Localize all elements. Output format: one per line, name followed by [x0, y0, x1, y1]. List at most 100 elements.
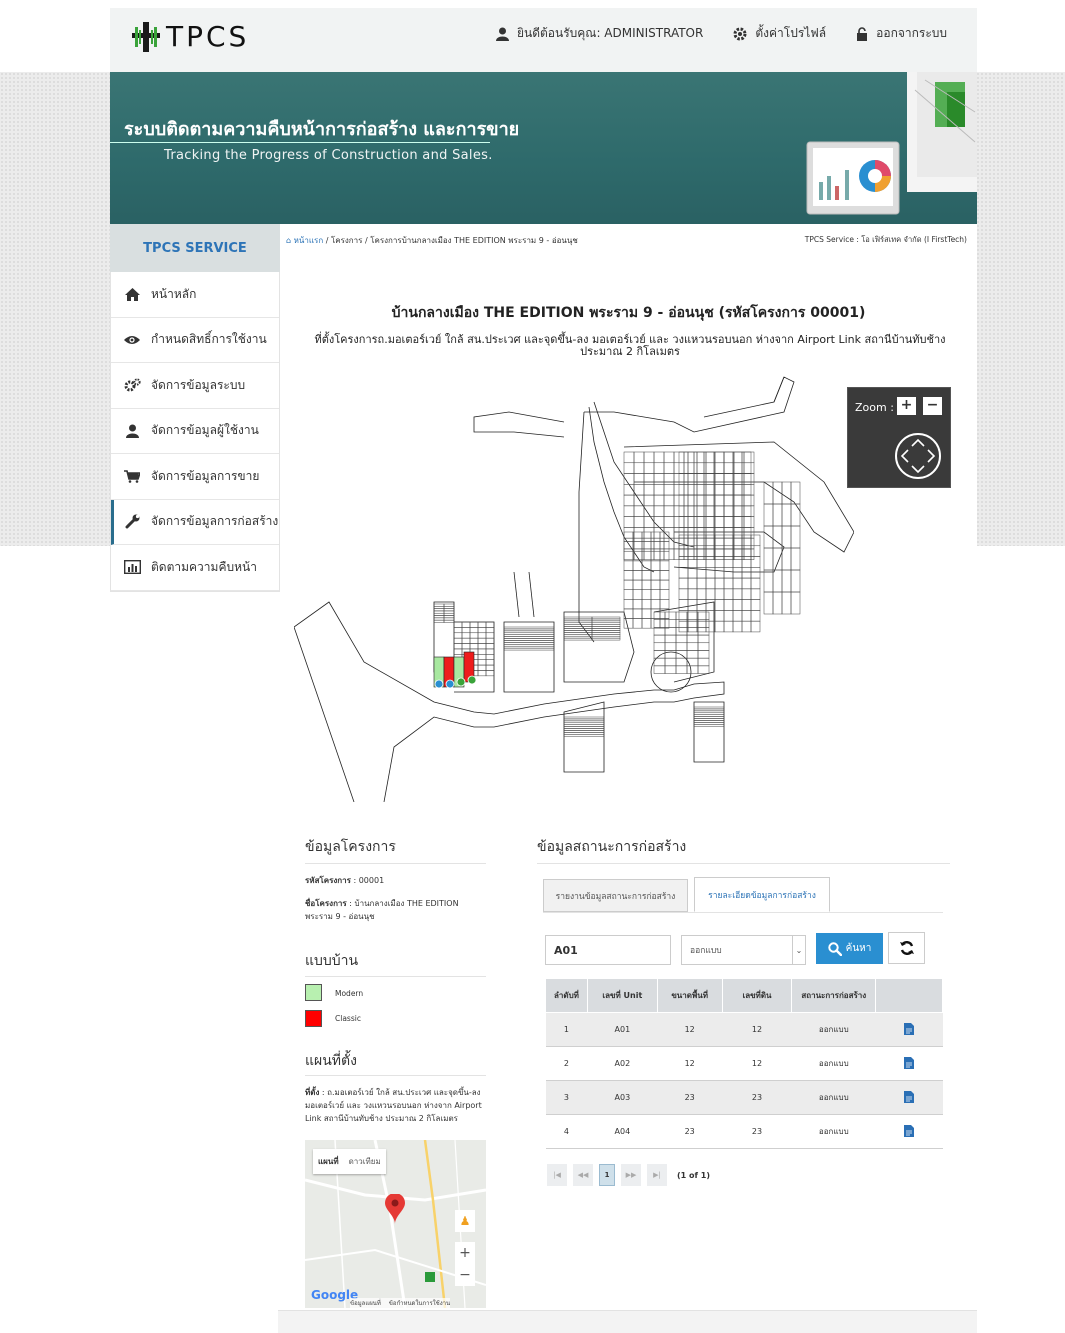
plot-lot[interactable]: [723, 545, 734, 557]
plot-lot[interactable]: [675, 634, 688, 644]
plot-lot[interactable]: [653, 494, 665, 507]
plot-lot[interactable]: [443, 615, 455, 619]
plot-lot[interactable]: [713, 484, 725, 496]
plot-lot[interactable]: [713, 473, 725, 485]
plot-lot[interactable]: [650, 589, 661, 600]
col-unit[interactable]: เลขที่ Unit: [586, 978, 658, 1013]
map-data-link[interactable]: ข้อมูลแผนที่: [350, 1298, 381, 1308]
plot-lot[interactable]: [723, 484, 735, 496]
document-icon[interactable]: [904, 1022, 915, 1035]
plot-lot[interactable]: [750, 556, 761, 568]
plot-lot[interactable]: [664, 665, 677, 674]
plot-lot[interactable]: [741, 527, 752, 539]
plot-lot[interactable]: [723, 494, 735, 507]
plot-lot[interactable]: [678, 527, 689, 539]
plot-lot[interactable]: [678, 462, 689, 474]
plot-lot[interactable]: [741, 451, 752, 464]
plot-lot[interactable]: [693, 484, 705, 496]
plot-lot[interactable]: [633, 505, 645, 517]
plot-lot[interactable]: [453, 643, 463, 650]
plot-lot[interactable]: [686, 650, 699, 659]
plot-lot[interactable]: [705, 556, 716, 568]
col-no[interactable]: ลำดับที่: [545, 978, 588, 1013]
plot-lot[interactable]: [714, 548, 725, 560]
plot-lot[interactable]: [697, 634, 710, 644]
plot-lot[interactable]: [469, 637, 479, 644]
plot-lot[interactable]: [693, 516, 705, 528]
plot-lot[interactable]: [705, 548, 716, 560]
plot-lot[interactable]: [563, 635, 593, 639]
plot-lot[interactable]: [653, 665, 666, 674]
plot-lot[interactable]: [653, 548, 665, 560]
plot-lot[interactable]: [633, 527, 645, 539]
plot-lot[interactable]: [781, 569, 792, 593]
plot-lot[interactable]: [683, 473, 695, 485]
plot-lot[interactable]: [693, 706, 725, 710]
plot-lot[interactable]: [733, 516, 745, 528]
plot-lot[interactable]: [705, 567, 716, 579]
plot-lot[interactable]: [659, 589, 670, 600]
plot-lot[interactable]: [663, 516, 675, 528]
plot-lot[interactable]: [741, 462, 752, 474]
plot-lot[interactable]: [750, 577, 761, 590]
zoom-in-button[interactable]: +: [897, 397, 916, 415]
plot-lot[interactable]: [696, 473, 707, 485]
plot-lot[interactable]: [643, 537, 655, 550]
plot-lot[interactable]: [732, 577, 743, 590]
plot-lot[interactable]: [591, 635, 621, 639]
plot-lot[interactable]: [741, 588, 752, 600]
plot-lot[interactable]: [563, 726, 605, 729]
plot-lot[interactable]: [714, 473, 725, 485]
plot-lot[interactable]: [678, 620, 689, 633]
plot-lot[interactable]: [696, 484, 707, 496]
plot-lot[interactable]: [623, 599, 634, 610]
plot-lot[interactable]: [732, 527, 743, 539]
plot-lot[interactable]: [693, 451, 705, 464]
plot-lot[interactable]: [693, 718, 725, 721]
plot-lot[interactable]: [686, 611, 699, 620]
plot-lot[interactable]: [563, 720, 605, 724]
plot-lot[interactable]: [503, 636, 555, 639]
plot-lot[interactable]: [653, 505, 665, 517]
map-pin-icon[interactable]: [385, 1194, 405, 1224]
plot-lot[interactable]: [723, 516, 734, 528]
plot-lot[interactable]: [678, 567, 689, 579]
map-zoom-in-button[interactable]: +: [455, 1242, 475, 1264]
plot-lot[interactable]: [632, 608, 643, 619]
plot-lot[interactable]: [713, 527, 725, 539]
plot-lot[interactable]: [714, 599, 725, 611]
plot-lot[interactable]: [641, 599, 652, 610]
plot-lot[interactable]: [723, 505, 734, 517]
plot-lot[interactable]: [683, 505, 695, 517]
plot-lot[interactable]: [693, 716, 725, 719]
plot-lot[interactable]: [623, 579, 634, 590]
plot-lot[interactable]: [641, 550, 652, 562]
plot-lot[interactable]: [732, 548, 743, 560]
plot-lot[interactable]: [591, 630, 621, 633]
plot-lot[interactable]: [632, 570, 643, 581]
plot-lot[interactable]: [485, 621, 495, 628]
plot-lot[interactable]: [503, 642, 555, 645]
plot-lot[interactable]: [781, 591, 792, 615]
plot-lot[interactable]: [723, 548, 734, 560]
plot-lot[interactable]: [633, 451, 645, 464]
plot-lot[interactable]: [693, 712, 725, 715]
plot-lot[interactable]: [790, 525, 801, 549]
plot-lot[interactable]: [633, 484, 645, 496]
map-terms-link[interactable]: ข้อกำหนดในการใช้งาน: [389, 1298, 450, 1308]
plot-lot[interactable]: [643, 473, 655, 485]
plot-lot[interactable]: [477, 659, 487, 666]
plot-lot[interactable]: [741, 567, 752, 579]
plot-lot[interactable]: [461, 637, 471, 644]
plot-lot[interactable]: [741, 473, 752, 485]
plot-lot[interactable]: [675, 650, 688, 659]
plot-lot[interactable]: [703, 516, 715, 528]
search-button[interactable]: ค้นหา: [816, 933, 883, 964]
plot-lot[interactable]: [714, 484, 725, 496]
plot-lot[interactable]: [732, 599, 743, 611]
plot-lot[interactable]: [443, 603, 455, 607]
plot-lot[interactable]: [563, 637, 593, 641]
plot-lot[interactable]: [693, 708, 725, 712]
welcome-user[interactable]: ยินดีต้อนรับคุณ: ADMINISTRATOR: [495, 24, 703, 43]
sidebar-item-permissions[interactable]: กำหนดสิทธิ์การใช้งาน: [111, 318, 279, 363]
